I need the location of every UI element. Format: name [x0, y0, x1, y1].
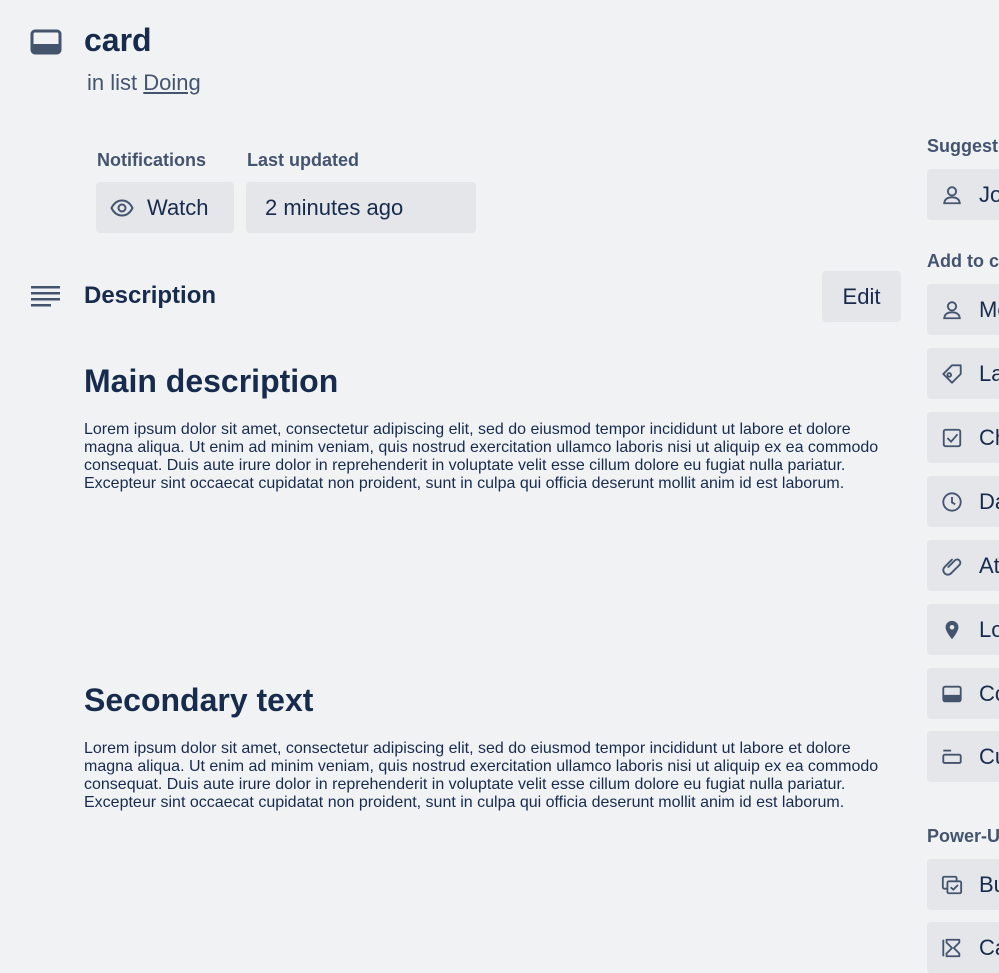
person-icon	[943, 185, 961, 204]
sidebar-custom-fields-button[interactable]: Cu	[927, 731, 999, 782]
secondary-text-body: Lorem ipsum dolor sit amet, consectetur …	[84, 740, 879, 811]
hourglass-icon	[942, 938, 961, 957]
sidebar-item-label: Cu	[979, 743, 999, 769]
sidebar-item-label: At	[979, 552, 999, 578]
sidebar-item-label: Me	[979, 296, 999, 322]
in-list-text: in list Doing	[87, 70, 201, 96]
watch-label: Watch	[147, 194, 209, 220]
sidebar-suggested-join-button[interactable]: Jo	[927, 169, 999, 220]
sidebar-item-label: La	[979, 360, 999, 386]
card-cover-icon	[942, 685, 962, 702]
main-description-body: Lorem ipsum dolor sit amet, consectetur …	[84, 421, 879, 492]
sidebar-item-label: Jo	[979, 181, 999, 207]
clock-icon	[942, 491, 962, 512]
secondary-text-heading: Secondary text	[84, 682, 314, 719]
paperclip-icon	[942, 558, 962, 576]
edit-description-button[interactable]: Edit	[822, 271, 901, 322]
location-pin-icon	[945, 620, 959, 639]
checkbox-icon	[942, 428, 962, 447]
suggested-label: Suggest	[927, 136, 999, 156]
in-list-prefix: in list	[87, 70, 138, 95]
add-to-card-label: Add to c	[927, 251, 999, 271]
description-icon	[31, 286, 60, 307]
card-title[interactable]: card	[84, 22, 152, 59]
card-icon	[30, 29, 62, 55]
person-icon	[943, 300, 961, 319]
last-updated-value: 2 minutes ago	[246, 182, 476, 233]
watch-button[interactable]: Watch	[96, 182, 234, 233]
main-description-heading: Main description	[84, 363, 339, 400]
sidebar-butler-button[interactable]: Bu	[927, 859, 999, 910]
card-detail-page: card in list Doing Notifications Last up…	[0, 0, 999, 973]
sidebar-members-button[interactable]: Me	[927, 284, 999, 335]
sidebar-cover-button[interactable]: Co	[927, 668, 999, 719]
eye-icon	[110, 198, 134, 217]
tag-icon	[942, 363, 962, 384]
sidebar-attachment-button[interactable]: At	[927, 540, 999, 591]
sidebar-item-label: Co	[979, 680, 999, 706]
sidebar-location-button[interactable]: Lo	[927, 604, 999, 655]
sidebar-checklist-button[interactable]: Ch	[927, 412, 999, 463]
sidebar-item-label: Ch	[979, 424, 999, 450]
sidebar-item-label: Lo	[979, 616, 999, 642]
last-updated-label: Last updated	[247, 150, 360, 170]
sidebar-labels-button[interactable]: La	[927, 348, 999, 399]
sidebar-item-label: Da	[979, 488, 999, 514]
power-ups-label: Power-U	[927, 826, 999, 846]
sidebar-item-label: Bu	[979, 871, 999, 897]
sidebar-dates-button[interactable]: Da	[927, 476, 999, 527]
list-name-link[interactable]: Doing	[143, 70, 200, 95]
custom-fields-icon	[942, 749, 962, 764]
sidebar-item-label: Ca	[979, 934, 999, 960]
butler-icon	[941, 875, 963, 894]
notifications-label: Notifications	[97, 150, 207, 170]
description-heading: Description	[84, 282, 217, 309]
sidebar-powerup-ca-button[interactable]: Ca	[927, 922, 999, 973]
